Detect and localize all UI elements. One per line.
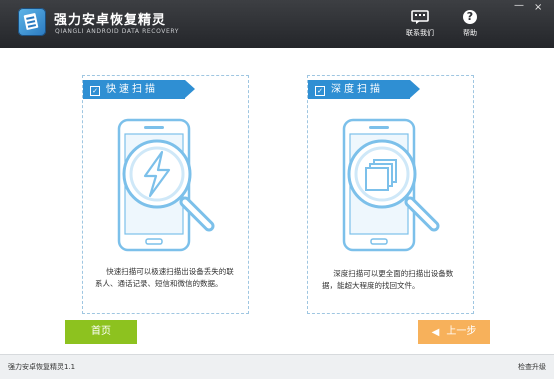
quick-scan-card[interactable]: ✓ 快速扫描 快速扫描可以极速扫描出设备丢失的联系人、通话记录、短信和微信的数据。 — [82, 75, 249, 314]
deep-scan-title: 深度扫描 — [331, 84, 383, 95]
help-label: 帮助 — [463, 29, 477, 37]
quick-scan-description: 快速扫描可以极速扫描出设备丢失的联系人、通话记录、短信和微信的数据。 — [95, 267, 234, 288]
contact-us-label: 联系我们 — [406, 29, 434, 37]
checkbox-icon: ✓ — [90, 86, 100, 96]
deep-scan-description: 深度扫描可以更全面的扫描出设备数据，能超大程度的找回文件。 — [322, 269, 454, 290]
deep-scan-tab[interactable]: ✓ 深度扫描 — [308, 80, 420, 99]
home-button[interactable]: 首页 — [65, 320, 137, 344]
layers-icon — [365, 159, 397, 191]
deep-scan-card[interactable]: ✓ 深度扫描 深度扫描可以更全面的扫描出设备数据，能超大程度的找回文件。 — [307, 75, 474, 314]
app-logo-icon — [18, 8, 46, 36]
app-title: 强力安卓恢复精灵 — [54, 13, 167, 28]
quick-scan-title: 快速扫描 — [106, 84, 158, 95]
app-subtitle: QIANGLI ANDROID DATA RECOVERY — [55, 28, 180, 35]
title-bar: 强力安卓恢复精灵 QIANGLI ANDROID DATA RECOVERY 联… — [0, 0, 554, 48]
version-label: 强力安卓恢复精灵1.1 — [8, 363, 76, 371]
contact-us-button[interactable]: 联系我们 — [400, 10, 440, 38]
check-update-link[interactable]: 检查升级 — [518, 362, 546, 372]
phone-magnifier-lightning-illustration — [117, 118, 215, 252]
main-content: ✓ 快速扫描 快速扫描可以极速扫描出设备丢失的联系人、通话记录、短信和微信的数据。… — [0, 48, 554, 354]
checkbox-icon: ✓ — [315, 86, 325, 96]
back-button[interactable]: ◀ 上一步 — [418, 320, 490, 344]
chat-icon — [411, 10, 429, 24]
phone-magnifier-layers-illustration — [342, 118, 440, 252]
help-button[interactable]: ? 帮助 — [450, 10, 490, 38]
help-icon: ? — [463, 10, 477, 24]
back-button-label: 上一步 — [446, 326, 477, 337]
close-button[interactable]: × — [534, 2, 542, 14]
quick-scan-tab[interactable]: ✓ 快速扫描 — [83, 80, 195, 99]
minimize-button[interactable]: — — [514, 0, 524, 12]
status-bar: 强力安卓恢复精灵1.1 检查升级 — [0, 354, 554, 379]
back-arrow-icon: ◀ — [431, 327, 440, 338]
